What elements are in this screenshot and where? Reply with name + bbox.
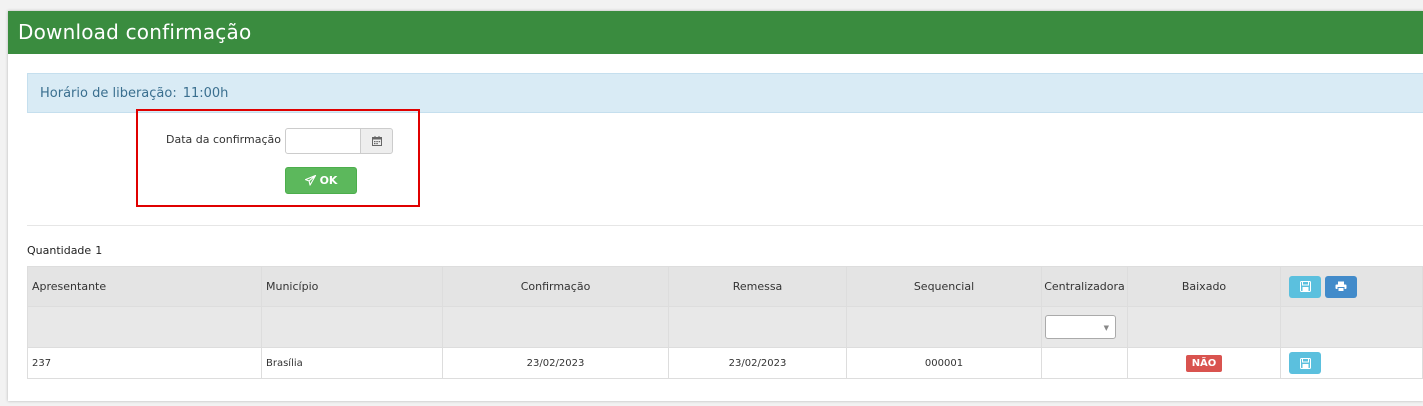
col-actions <box>1280 266 1423 307</box>
quantity-label: Quantidade <box>27 244 92 257</box>
cell-sequencial: 000001 <box>846 347 1042 379</box>
table-filter-row: ▼ <box>27 306 1423 348</box>
release-time-value: 11:00h <box>182 86 229 101</box>
download-panel: Download confirmação Horário de liberaçã… <box>8 11 1423 401</box>
col-centralizadora[interactable]: Centralizadora <box>1041 266 1128 307</box>
cell-apresentante: 237 <box>27 347 262 379</box>
floppy-disk-icon <box>1299 281 1311 292</box>
confirmations-table: Apresentante Município Confirmação Remes… <box>27 266 1423 379</box>
col-municipio[interactable]: Município <box>261 266 443 307</box>
save-all-button[interactable] <box>1289 275 1321 298</box>
col-apresentante[interactable]: Apresentante <box>27 266 262 307</box>
cell-confirmacao: 23/02/2023 <box>442 347 669 379</box>
release-time-label: Horário de liberação: <box>40 86 177 101</box>
release-time-alert: Horário de liberação: 11:00h <box>27 73 1423 113</box>
centralizadora-select[interactable]: ▼ <box>1045 315 1116 339</box>
filter-cell: ▼ <box>1041 306 1128 348</box>
col-sequencial[interactable]: Sequencial <box>846 266 1042 307</box>
filter-cell <box>442 306 669 348</box>
quantity: Quantidade 1 <box>27 244 102 257</box>
divider <box>27 225 1423 226</box>
cell-municipio: Brasília <box>261 347 443 379</box>
highlight-box <box>136 109 420 207</box>
print-button[interactable] <box>1325 275 1357 298</box>
cell-centralizadora <box>1041 347 1128 379</box>
table-row: 237 Brasília 23/02/2023 23/02/2023 00000… <box>27 347 1423 379</box>
table-header-row: Apresentante Município Confirmação Remes… <box>27 266 1423 307</box>
filter-cell <box>846 306 1042 348</box>
col-baixado[interactable]: Baixado <box>1127 266 1281 307</box>
panel-title: Download confirmação <box>8 11 1423 54</box>
filter-cell <box>1280 306 1423 348</box>
cell-actions <box>1280 347 1423 379</box>
quantity-value: 1 <box>95 244 103 257</box>
row-save-button[interactable] <box>1289 352 1321 374</box>
col-remessa[interactable]: Remessa <box>668 266 847 307</box>
cell-remessa: 23/02/2023 <box>668 347 847 379</box>
cell-baixado: NÃO <box>1127 347 1281 379</box>
print-icon <box>1335 281 1347 292</box>
filter-cell <box>1127 306 1281 348</box>
filter-cell <box>668 306 847 348</box>
filter-cell <box>261 306 443 348</box>
filter-cell <box>27 306 262 348</box>
status-badge: NÃO <box>1185 354 1223 372</box>
col-confirmacao[interactable]: Confirmação <box>442 266 669 307</box>
caret-down-icon: ▼ <box>1103 324 1109 332</box>
floppy-disk-icon <box>1299 357 1311 369</box>
